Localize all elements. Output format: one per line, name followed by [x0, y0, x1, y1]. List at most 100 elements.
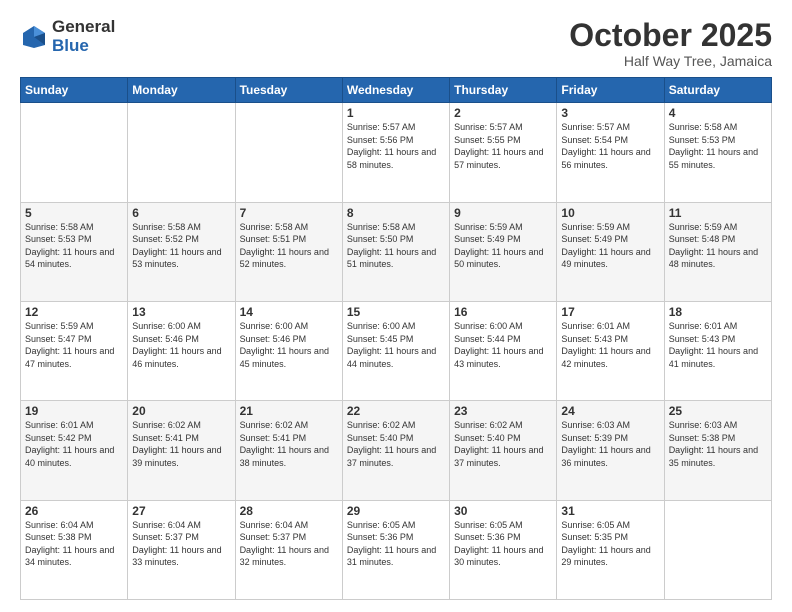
day-info: Sunrise: 6:05 AMSunset: 5:36 PMDaylight:…: [347, 519, 445, 569]
calendar-cell: 6 Sunrise: 5:58 AMSunset: 5:52 PMDayligh…: [128, 202, 235, 301]
logo: General Blue: [20, 18, 115, 55]
day-number: 7: [240, 206, 338, 220]
calendar-cell: 13 Sunrise: 6:00 AMSunset: 5:46 PMDaylig…: [128, 301, 235, 400]
day-number: 3: [561, 106, 659, 120]
calendar-cell: [21, 103, 128, 202]
logo-general-text: General: [52, 18, 115, 37]
calendar-cell: 3 Sunrise: 5:57 AMSunset: 5:54 PMDayligh…: [557, 103, 664, 202]
day-info: Sunrise: 5:58 AMSunset: 5:51 PMDaylight:…: [240, 221, 338, 271]
day-info: Sunrise: 6:00 AMSunset: 5:46 PMDaylight:…: [132, 320, 230, 370]
day-number: 28: [240, 504, 338, 518]
col-tuesday: Tuesday: [235, 78, 342, 103]
day-info: Sunrise: 6:02 AMSunset: 5:40 PMDaylight:…: [454, 419, 552, 469]
calendar-cell: 9 Sunrise: 5:59 AMSunset: 5:49 PMDayligh…: [450, 202, 557, 301]
calendar-cell: 5 Sunrise: 5:58 AMSunset: 5:53 PMDayligh…: [21, 202, 128, 301]
day-info: Sunrise: 6:04 AMSunset: 5:38 PMDaylight:…: [25, 519, 123, 569]
day-number: 31: [561, 504, 659, 518]
day-info: Sunrise: 5:59 AMSunset: 5:48 PMDaylight:…: [669, 221, 767, 271]
col-wednesday: Wednesday: [342, 78, 449, 103]
calendar-week-row-4: 26 Sunrise: 6:04 AMSunset: 5:38 PMDaylig…: [21, 500, 772, 599]
calendar-cell: 4 Sunrise: 5:58 AMSunset: 5:53 PMDayligh…: [664, 103, 771, 202]
day-number: 14: [240, 305, 338, 319]
day-number: 5: [25, 206, 123, 220]
day-info: Sunrise: 6:00 AMSunset: 5:46 PMDaylight:…: [240, 320, 338, 370]
logo-blue-text: Blue: [52, 37, 115, 56]
day-info: Sunrise: 5:58 AMSunset: 5:53 PMDaylight:…: [25, 221, 123, 271]
day-number: 1: [347, 106, 445, 120]
calendar-cell: 12 Sunrise: 5:59 AMSunset: 5:47 PMDaylig…: [21, 301, 128, 400]
calendar-cell: 22 Sunrise: 6:02 AMSunset: 5:40 PMDaylig…: [342, 401, 449, 500]
day-info: Sunrise: 5:59 AMSunset: 5:49 PMDaylight:…: [561, 221, 659, 271]
calendar-cell: 11 Sunrise: 5:59 AMSunset: 5:48 PMDaylig…: [664, 202, 771, 301]
calendar-cell: 18 Sunrise: 6:01 AMSunset: 5:43 PMDaylig…: [664, 301, 771, 400]
header: General Blue October 2025 Half Way Tree,…: [20, 18, 772, 69]
day-number: 15: [347, 305, 445, 319]
calendar-cell: 26 Sunrise: 6:04 AMSunset: 5:38 PMDaylig…: [21, 500, 128, 599]
day-number: 21: [240, 404, 338, 418]
col-saturday: Saturday: [664, 78, 771, 103]
day-number: 18: [669, 305, 767, 319]
day-info: Sunrise: 5:57 AMSunset: 5:55 PMDaylight:…: [454, 121, 552, 171]
calendar-week-row-0: 1 Sunrise: 5:57 AMSunset: 5:56 PMDayligh…: [21, 103, 772, 202]
day-number: 30: [454, 504, 552, 518]
calendar-cell: 15 Sunrise: 6:00 AMSunset: 5:45 PMDaylig…: [342, 301, 449, 400]
day-info: Sunrise: 6:04 AMSunset: 5:37 PMDaylight:…: [132, 519, 230, 569]
day-info: Sunrise: 6:03 AMSunset: 5:38 PMDaylight:…: [669, 419, 767, 469]
day-number: 23: [454, 404, 552, 418]
day-number: 6: [132, 206, 230, 220]
calendar-week-row-1: 5 Sunrise: 5:58 AMSunset: 5:53 PMDayligh…: [21, 202, 772, 301]
day-number: 9: [454, 206, 552, 220]
day-number: 20: [132, 404, 230, 418]
day-number: 2: [454, 106, 552, 120]
calendar-header-row: Sunday Monday Tuesday Wednesday Thursday…: [21, 78, 772, 103]
day-info: Sunrise: 6:01 AMSunset: 5:43 PMDaylight:…: [669, 320, 767, 370]
col-monday: Monday: [128, 78, 235, 103]
day-number: 29: [347, 504, 445, 518]
day-number: 24: [561, 404, 659, 418]
day-number: 11: [669, 206, 767, 220]
day-info: Sunrise: 6:00 AMSunset: 5:45 PMDaylight:…: [347, 320, 445, 370]
day-info: Sunrise: 5:59 AMSunset: 5:47 PMDaylight:…: [25, 320, 123, 370]
calendar-cell: 19 Sunrise: 6:01 AMSunset: 5:42 PMDaylig…: [21, 401, 128, 500]
location: Half Way Tree, Jamaica: [569, 53, 772, 69]
day-info: Sunrise: 6:02 AMSunset: 5:40 PMDaylight:…: [347, 419, 445, 469]
day-info: Sunrise: 5:58 AMSunset: 5:50 PMDaylight:…: [347, 221, 445, 271]
calendar-table: Sunday Monday Tuesday Wednesday Thursday…: [20, 77, 772, 600]
calendar-cell: 10 Sunrise: 5:59 AMSunset: 5:49 PMDaylig…: [557, 202, 664, 301]
day-info: Sunrise: 5:58 AMSunset: 5:53 PMDaylight:…: [669, 121, 767, 171]
day-info: Sunrise: 5:59 AMSunset: 5:49 PMDaylight:…: [454, 221, 552, 271]
calendar-cell: 21 Sunrise: 6:02 AMSunset: 5:41 PMDaylig…: [235, 401, 342, 500]
day-number: 22: [347, 404, 445, 418]
day-info: Sunrise: 6:02 AMSunset: 5:41 PMDaylight:…: [132, 419, 230, 469]
day-info: Sunrise: 6:05 AMSunset: 5:35 PMDaylight:…: [561, 519, 659, 569]
day-info: Sunrise: 6:01 AMSunset: 5:43 PMDaylight:…: [561, 320, 659, 370]
day-number: 27: [132, 504, 230, 518]
calendar-week-row-2: 12 Sunrise: 5:59 AMSunset: 5:47 PMDaylig…: [21, 301, 772, 400]
day-info: Sunrise: 6:04 AMSunset: 5:37 PMDaylight:…: [240, 519, 338, 569]
calendar-cell: 31 Sunrise: 6:05 AMSunset: 5:35 PMDaylig…: [557, 500, 664, 599]
calendar-cell: [664, 500, 771, 599]
day-number: 8: [347, 206, 445, 220]
day-info: Sunrise: 6:00 AMSunset: 5:44 PMDaylight:…: [454, 320, 552, 370]
calendar-cell: 25 Sunrise: 6:03 AMSunset: 5:38 PMDaylig…: [664, 401, 771, 500]
logo-text: General Blue: [52, 18, 115, 55]
day-number: 25: [669, 404, 767, 418]
day-number: 17: [561, 305, 659, 319]
calendar-week-row-3: 19 Sunrise: 6:01 AMSunset: 5:42 PMDaylig…: [21, 401, 772, 500]
calendar-cell: [128, 103, 235, 202]
calendar-cell: 29 Sunrise: 6:05 AMSunset: 5:36 PMDaylig…: [342, 500, 449, 599]
day-number: 12: [25, 305, 123, 319]
calendar-cell: 7 Sunrise: 5:58 AMSunset: 5:51 PMDayligh…: [235, 202, 342, 301]
day-number: 19: [25, 404, 123, 418]
day-number: 26: [25, 504, 123, 518]
calendar-cell: 1 Sunrise: 5:57 AMSunset: 5:56 PMDayligh…: [342, 103, 449, 202]
day-number: 4: [669, 106, 767, 120]
calendar-cell: 20 Sunrise: 6:02 AMSunset: 5:41 PMDaylig…: [128, 401, 235, 500]
day-number: 10: [561, 206, 659, 220]
calendar-cell: 16 Sunrise: 6:00 AMSunset: 5:44 PMDaylig…: [450, 301, 557, 400]
calendar-cell: 8 Sunrise: 5:58 AMSunset: 5:50 PMDayligh…: [342, 202, 449, 301]
day-info: Sunrise: 5:58 AMSunset: 5:52 PMDaylight:…: [132, 221, 230, 271]
calendar-cell: 27 Sunrise: 6:04 AMSunset: 5:37 PMDaylig…: [128, 500, 235, 599]
title-area: October 2025 Half Way Tree, Jamaica: [569, 18, 772, 69]
page: General Blue October 2025 Half Way Tree,…: [0, 0, 792, 612]
